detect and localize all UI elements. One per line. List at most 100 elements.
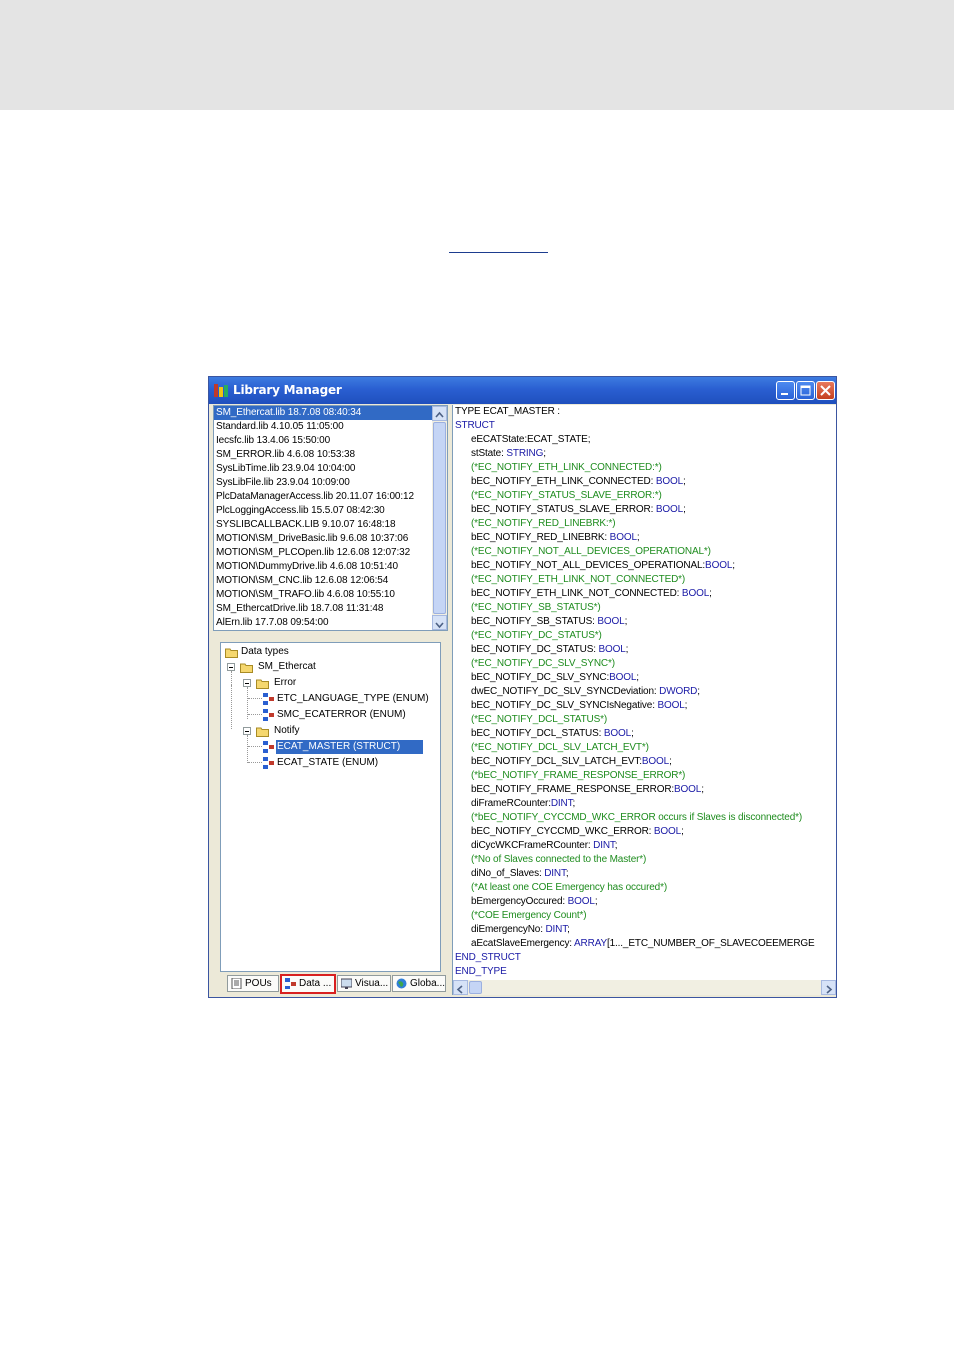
code-line: eECATState:ECAT_STATE; [471,434,591,445]
code-line: (*EC_NOTIFY_DC_SLV_SYNC*) [471,658,615,669]
code-text: bEC_NOTIFY_DC_SLV_SYNC: [471,672,610,683]
scroll-up-button[interactable] [432,406,447,421]
library-item[interactable]: SYSLIBCALLBACK.LIB 9.10.07 16:48:18 [214,518,447,532]
collapse-toggle-error[interactable] [243,679,251,687]
library-item[interactable]: SM_EthercatDrive.lib 18.7.08 11:31:48 [214,602,447,616]
library-item[interactable]: MOTION\SM_TRAFO.lib 4.6.08 10:55:10 [214,588,447,602]
library-item[interactable]: Iecsfc.lib 13.4.06 15:50:00 [214,434,447,448]
code-text: ; [709,588,712,599]
code-line: (*EC_NOTIFY_ETH_LINK_CONNECTED:*) [471,462,662,473]
code-type-keyword: BOOL [609,672,637,683]
folder-open-icon [240,663,253,673]
code-line: bEC_NOTIFY_DC_SLV_SYNC:BOOL; [471,671,639,685]
title-bar[interactable]: Library Manager [209,377,836,404]
library-item[interactable]: PlcLoggingAccess.lib 15.5.07 08:42:30 [214,504,447,518]
scroll-down-button[interactable] [432,615,447,630]
library-item[interactable]: SysLibTime.lib 23.9.04 10:04:00 [214,462,447,476]
library-item[interactable]: MOTION\SM_CNC.lib 12.6.08 12:06:54 [214,574,447,588]
code-text: ; [697,686,700,697]
maximize-button[interactable] [796,381,815,400]
library-manager-window: Library Manager SM_Ethercat.lib 18.7.08 … [208,376,837,998]
minimize-button[interactable] [776,381,795,400]
library-item[interactable]: MOTION\SM_PLCOpen.lib 12.6.08 12:07:32 [214,546,447,560]
tab-pous[interactable]: POUs [227,975,279,992]
hyperlink-underline[interactable] [449,252,548,253]
code-text: ; [572,798,576,809]
code-text: ; [631,728,634,739]
code-line: bEC_NOTIFY_ETH_LINK_CONNECTED: BOOL; [471,475,686,489]
scroll-left-icon [456,985,463,994]
datatype-icon [263,757,274,769]
code-line: stState: STRING; [471,447,546,461]
editor-horizontal-scrollbar[interactable] [453,980,836,995]
code-text: ; [684,700,688,711]
code-text: diEmergencyNo: [471,924,546,935]
code-type-keyword: BOOL [641,756,670,767]
tree-connector [231,671,233,685]
code-text: bEC_NOTIFY_ETH_LINK_NOT_CONNECTED: [471,588,682,599]
library-item[interactable]: MOTION\DummyDrive.lib 4.6.08 10:51:40 [214,560,447,574]
library-item[interactable]: SysLibFile.lib 23.9.04 10:09:00 [214,476,447,490]
code-text: stState: [471,448,507,459]
code-text: bEC_NOTIFY_NOT_ALL_DEVICES_OPERATIONAL: [471,560,706,571]
tree-connector [231,685,233,729]
datatypes-icon [285,978,296,989]
code-text: ; [567,924,570,935]
tree-node-error[interactable]: Error [274,676,296,690]
close-icon [820,385,831,396]
code-text: ; [683,504,686,515]
tree-node-ecat-master[interactable]: ECAT_MASTER (STRUCT) [276,740,423,754]
code-type-keyword: DINT [545,924,568,935]
library-item[interactable]: SM_Ethercat.lib 18.7.08 08:40:34 [214,406,434,420]
datatype-icon [263,693,274,705]
data-types-tree[interactable]: Data types SM_Ethercat Error ETC_LANGUAG… [220,642,441,972]
code-text: ; [701,784,704,795]
library-item[interactable]: Standard.lib 4.10.05 11:05:00 [214,420,447,434]
folder-open-icon [256,679,269,689]
tab-data-types[interactable]: Data ... [280,974,336,994]
window-title: Library Manager [233,383,342,397]
tree-node-smc-ecaterror[interactable]: SMC_ECATERROR (ENUM) [277,708,406,722]
horizontal-scroll-thumb[interactable] [469,981,482,994]
collapse-toggle-notify[interactable] [243,727,251,735]
code-line: END_TYPE [455,966,507,977]
code-line: bEC_NOTIFY_STATUS_SLAVE_ERROR: BOOL; [471,503,686,517]
code-text: ; [565,868,569,879]
code-text: bEC_NOTIFY_ETH_LINK_CONNECTED: [471,476,656,487]
code-text: ; [669,756,672,767]
code-type-keyword: BOOL [567,896,595,907]
code-type-keyword: BOOL [657,700,685,711]
datatype-icon [263,709,274,721]
library-list-scrollbar[interactable] [432,406,447,630]
scroll-left-button[interactable] [453,980,468,995]
declaration-editor[interactable]: TYPE ECAT_MASTER : STRUCT eECATState:ECAT_… [452,405,836,995]
library-item[interactable]: SM_ERROR.lib 4.6.08 10:53:38 [214,448,447,462]
code-line: bEC_NOTIFY_DCL_SLV_LATCH_EVT:BOOL; [471,755,672,769]
code-line: bEmergencyOccured: BOOL; [471,895,598,909]
library-item[interactable]: AlErn.lib 17.7.08 09:54:00 [214,616,447,630]
collapse-toggle-sm-ethercat[interactable] [227,663,235,671]
code-line: END_STRUCT [455,952,521,963]
library-item[interactable]: PlcDataManagerAccess.lib 20.11.07 16:00:… [214,490,447,504]
tab-visualizations[interactable]: Visua... [337,975,391,992]
tree-node-ecat-state[interactable]: ECAT_STATE (ENUM) [277,756,378,770]
tab-global-resources[interactable]: Globa... [392,975,446,992]
tree-connector [248,746,262,748]
scroll-thumb[interactable] [433,422,446,614]
code-type-keyword: DWORD [659,686,698,697]
close-button[interactable] [816,381,835,400]
globe-icon [396,978,407,989]
scroll-right-button[interactable] [821,980,836,995]
tree-node-sm-ethercat[interactable]: SM_Ethercat [258,660,316,674]
library-list[interactable]: SM_Ethercat.lib 18.7.08 08:40:34 Standard… [213,405,448,631]
tree-node-data-types[interactable]: Data types [241,645,289,659]
code-line: bEC_NOTIFY_CYCCMD_WKC_ERROR: BOOL; [471,825,684,839]
tree-node-etc-language-type[interactable]: ETC_LANGUAGE_TYPE (ENUM) [277,692,429,706]
library-manager-icon [214,383,228,397]
tree-node-notify[interactable]: Notify [274,724,300,738]
library-item[interactable]: MOTION\SM_DriveBasic.lib 9.6.08 10:37:06 [214,532,447,546]
pous-icon [231,978,242,989]
code-line: (*bEC_NOTIFY_FRAME_RESPONSE_ERROR*) [471,770,686,781]
code-text: bEC_NOTIFY_FRAME_RESPONSE_ERROR: [471,784,675,795]
code-type-keyword: BOOL [655,476,684,487]
